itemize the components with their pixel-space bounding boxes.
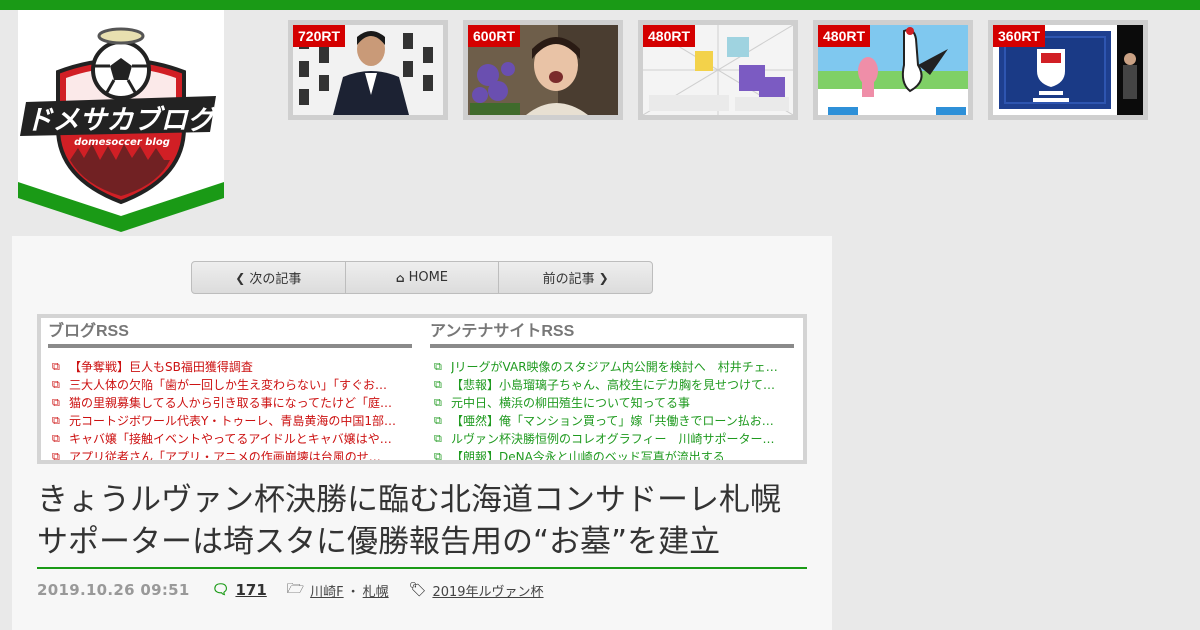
external-link-icon: ⧉ xyxy=(52,378,60,391)
external-link-icon: ⧉ xyxy=(434,450,442,460)
prev-article-label: 次の記事 xyxy=(249,272,302,287)
category-link-kawasaki[interactable]: 川崎F xyxy=(310,581,343,600)
rt-count-badge: 600RT xyxy=(468,25,521,47)
external-link-icon: ⧉ xyxy=(52,432,60,445)
ranking-thumb-1[interactable]: 720RT xyxy=(288,20,448,120)
rss-item[interactable]: ⧉ JリーグがVAR映像のスタジアム内公開を検討へ 村井チェ… xyxy=(430,358,794,376)
article-meta: 2019.10.26 09:51 🗨 171 🗁 川崎F ・ 札幌 🏷 2019… xyxy=(37,579,544,601)
external-link-icon: ⧉ xyxy=(434,432,442,445)
rss-widget: ブログRSS ⧉ 【争奪戦】巨人もSB福田獲得調査 ⧉ 三大人体の欠陥「歯が一回しか… xyxy=(37,314,807,464)
external-link-icon: ⧉ xyxy=(52,396,60,409)
rss-item[interactable]: ⧉ 猫の里親募集してる人から引き取る事になってたけど「庭… xyxy=(48,394,412,412)
external-link-icon: ⧉ xyxy=(434,396,442,409)
external-link-icon: ⧉ xyxy=(434,360,442,373)
rss-item[interactable]: ⧉ 【争奪戦】巨人もSB福田獲得調査 xyxy=(48,358,412,376)
rss-item[interactable]: ⧉ 元中日、横浜の柳田殖生について知ってる事 xyxy=(430,394,794,412)
ranking-thumb-3[interactable]: 480RT xyxy=(638,20,798,120)
category-link-sapporo[interactable]: 札幌 xyxy=(363,581,389,600)
rss-item[interactable]: ⧉ アプリ従者さん「アプリ・アニメの作画崩壊は台風のせ… xyxy=(48,448,412,460)
rss-item[interactable]: ⧉ ルヴァン杯決勝恒例のコレオグラフィー 川崎サポーター… xyxy=(430,430,794,448)
rt-count-badge: 360RT xyxy=(993,25,1046,47)
logo-subtext: domesoccer blog xyxy=(74,137,170,148)
antenna-rss-heading: アンテナサイトRSS xyxy=(430,318,794,348)
external-link-icon: ⧉ xyxy=(52,360,60,373)
home-label: HOME xyxy=(408,270,449,285)
tag-icon: 🏷 xyxy=(408,582,427,598)
post-navigation: ❮ 次の記事 ⌂ HOME 前の記事 ❯ xyxy=(191,261,653,294)
blog-rss-heading: ブログRSS xyxy=(48,318,412,348)
blog-rss-list: ⧉ 【争奪戦】巨人もSB福田獲得調査 ⧉ 三大人体の欠陥「歯が一回しか生え変わらない… xyxy=(48,358,412,460)
rss-item[interactable]: ⧉ 三大人体の欠陥「歯が一回しか生え変わらない」「すぐお… xyxy=(48,376,412,394)
post-date: 2019.10.26 09:51 xyxy=(37,581,190,599)
rt-count-badge: 480RT xyxy=(643,25,696,47)
external-link-icon: ⧉ xyxy=(434,414,442,427)
antenna-rss-list: ⧉ JリーグがVAR映像のスタジアム内公開を検討へ 村井チェ… ⧉ 【悲報】小島瑠璃… xyxy=(430,358,794,460)
prev-article-button[interactable]: ❮ 次の記事 xyxy=(192,262,346,293)
rss-item[interactable]: ⧉ 【朗報】DeNA今永と山崎のベッド写真が流出する xyxy=(430,448,794,460)
top-accent-bar xyxy=(0,0,1200,10)
home-icon: ⌂ xyxy=(395,270,405,285)
tag-link[interactable]: 2019年ルヴァン杯 xyxy=(432,581,543,600)
comment-icon: 🗨 xyxy=(211,582,230,598)
rt-count-badge: 720RT xyxy=(293,25,346,47)
external-link-icon: ⧉ xyxy=(52,414,60,427)
next-article-button[interactable]: 前の記事 ❯ xyxy=(499,262,652,293)
home-button[interactable]: ⌂ HOME xyxy=(346,262,500,293)
rt-count-badge: 480RT xyxy=(818,25,871,47)
main-content: ❮ 次の記事 ⌂ HOME 前の記事 ❯ ブログRSS ⧉ 【争奪戦】巨人もSB福… xyxy=(12,236,832,630)
next-article-label: 前の記事 xyxy=(542,272,595,287)
site-logo[interactable]: ドメサカブログ domesoccer blog xyxy=(18,10,224,234)
category-separator: ・ xyxy=(346,584,360,600)
logo-text: ドメサカブログ xyxy=(26,105,220,136)
chevron-left-icon: ❮ xyxy=(235,270,246,285)
rss-item[interactable]: ⧉ 元コートジボワール代表Y・トゥーレ、青島黄海の中国1部… xyxy=(48,412,412,430)
folder-icon: 🗁 xyxy=(286,581,305,597)
ranking-thumb-2[interactable]: 600RT xyxy=(463,20,623,120)
chevron-right-icon: ❯ xyxy=(598,270,609,285)
blog-rss-column: ブログRSS ⧉ 【争奪戦】巨人もSB福田獲得調査 ⧉ 三大人体の欠陥「歯が一回しか… xyxy=(48,318,412,460)
rss-item[interactable]: ⧉ 【唖然】俺「マンション買って」嫁「共働きでローン払お… xyxy=(430,412,794,430)
comment-count-link[interactable]: 171 xyxy=(235,581,266,599)
rss-item[interactable]: ⧉ 【悲報】小島瑠璃子ちゃん、高校生にデカ胸を見せつけて… xyxy=(430,376,794,394)
ranking-thumb-5[interactable]: 360RT xyxy=(988,20,1148,120)
article-title: きょうルヴァン杯決勝に臨む北海道コンサドーレ札幌 サポーターは埼スタに優勝報告用… xyxy=(37,482,812,560)
antenna-rss-column: アンテナサイトRSS ⧉ JリーグがVAR映像のスタジアム内公開を検討へ 村井チェ… xyxy=(430,318,794,460)
ranking-thumb-4[interactable]: 480RT xyxy=(813,20,973,120)
external-link-icon: ⧉ xyxy=(52,450,60,460)
rss-item[interactable]: ⧉ キャバ嬢「接触イベントやってるアイドルとキャバ嬢はや… xyxy=(48,430,412,448)
title-divider xyxy=(37,567,807,569)
external-link-icon: ⧉ xyxy=(434,378,442,391)
